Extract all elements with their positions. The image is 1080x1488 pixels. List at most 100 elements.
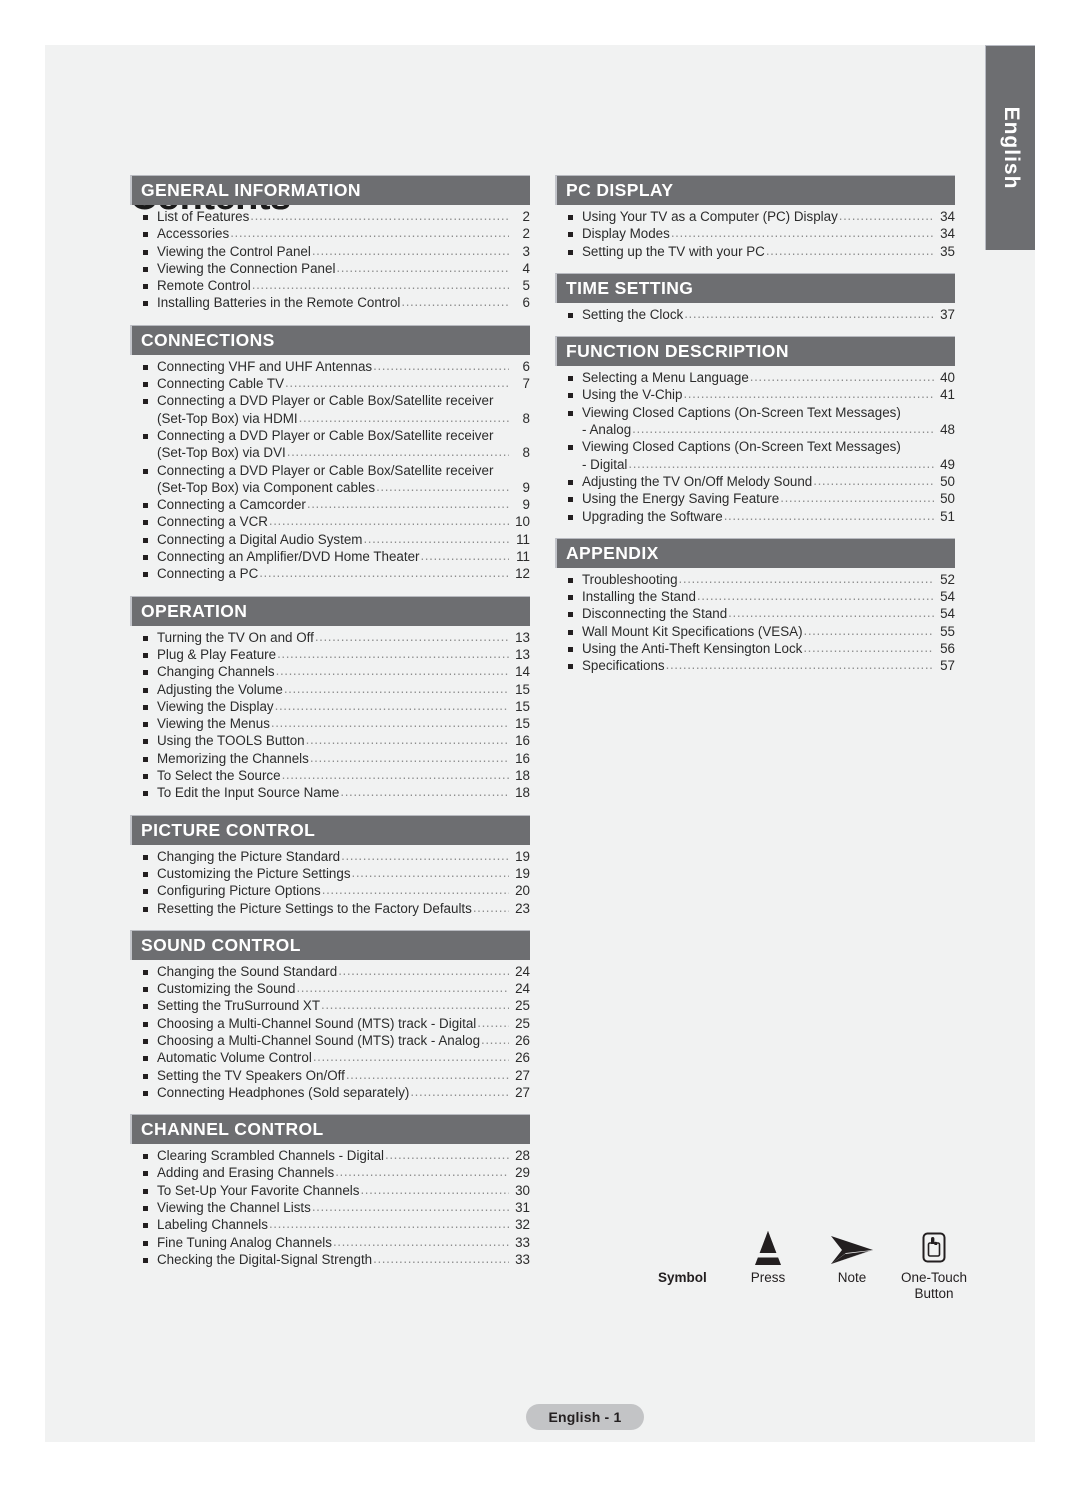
toc-entry-label: Connecting a Digital Audio System	[157, 531, 363, 547]
toc-entry[interactable]: (Set-Top Box) via Component cables......…	[130, 479, 530, 496]
toc-entry[interactable]: Viewing Closed Captions (On-Screen Text …	[555, 404, 955, 421]
toc-entry[interactable]: Connecting Headphones (Sold separately).…	[130, 1084, 530, 1101]
toc-entry[interactable]: Using the Energy Saving Feature.........…	[555, 490, 955, 507]
toc-entry[interactable]: Setting the TV Speakers On/Off..........…	[130, 1067, 530, 1084]
toc-entry-label: Choosing a Multi-Channel Sound (MTS) tra…	[157, 1015, 477, 1031]
leader-dots: ........................................…	[628, 455, 934, 471]
toc-entry[interactable]: Connecting a Digital Audio System.......…	[130, 531, 530, 548]
toc-entry[interactable]: (Set-Top Box) via DVI...................…	[130, 444, 530, 461]
toc-entry[interactable]: Connecting Cable TV.....................…	[130, 375, 530, 392]
toc-entry[interactable]: Customizing the Sound...................…	[130, 980, 530, 997]
toc-entry[interactable]: Installing Batteries in the Remote Contr…	[130, 294, 530, 311]
toc-entry[interactable]: Troubleshooting.........................…	[555, 571, 955, 588]
toc-entry[interactable]: Specifications..........................…	[555, 657, 955, 674]
toc-entry[interactable]: Connecting an Amplifier/DVD Home Theater…	[130, 548, 530, 565]
toc-entry[interactable]: Connecting a DVD Player or Cable Box/Sat…	[130, 392, 530, 409]
bullet-square-icon	[568, 577, 573, 583]
toc-entry[interactable]: Changing the Sound Standard.............…	[130, 963, 530, 980]
toc-entry[interactable]: Connecting a VCR........................…	[130, 513, 530, 530]
bullet-square-icon	[143, 1004, 148, 1010]
toc-entry-label: Wall Mount Kit Specifications (VESA)	[582, 623, 803, 639]
toc-entry[interactable]: Connecting a Camcorder..................…	[130, 496, 530, 513]
toc-entry[interactable]: Upgrading the Software..................…	[555, 508, 955, 525]
toc-entry[interactable]: Setting up the TV with your PC..........…	[555, 243, 955, 260]
toc-entry[interactable]: Using Your TV as a Computer (PC) Display…	[555, 208, 955, 225]
leader-dots: ........................................…	[283, 680, 509, 696]
note-arrow-icon	[807, 1225, 897, 1267]
toc-entry[interactable]: - Analog................................…	[555, 421, 955, 438]
toc-entry-label: Adding and Erasing Channels	[157, 1165, 335, 1181]
toc-entry[interactable]: Configuring Picture Options.............…	[130, 882, 530, 899]
toc-entry[interactable]: Fine Tuning Analog Channels.............…	[130, 1234, 530, 1251]
legend-caption-press: Press	[750, 1270, 786, 1285]
toc-entry[interactable]: Remote Control..........................…	[130, 277, 530, 294]
toc-entry[interactable]: Choosing a Multi-Channel Sound (MTS) tra…	[130, 1015, 530, 1032]
toc-entry[interactable]: Installing the Stand....................…	[555, 588, 955, 605]
toc-entry[interactable]: Viewing the Menus.......................…	[130, 715, 530, 732]
toc-entry-label: Setting the TruSurround XT	[157, 998, 321, 1014]
toc-entry-label: Customizing the Sound	[157, 981, 296, 997]
toc-page-number: 54	[940, 589, 955, 605]
toc-entry[interactable]: Connecting a PC.........................…	[130, 565, 530, 582]
toc-entry-label: Using the Energy Saving Feature	[582, 491, 780, 507]
toc-page-number: 6	[522, 358, 530, 374]
toc-entry[interactable]: Checking the Digital-Signal Strength....…	[130, 1251, 530, 1268]
toc-entry[interactable]: Adjusting the TV On/Off Melody Sound....…	[555, 473, 955, 490]
toc-entry[interactable]: Labeling Channels.......................…	[130, 1216, 530, 1233]
toc-entry[interactable]: - Digital...............................…	[555, 456, 955, 473]
leader-dots: ........................................…	[472, 899, 509, 915]
bullet-square-icon	[143, 503, 148, 509]
toc-entry[interactable]: Resetting the Picture Settings to the Fa…	[130, 900, 530, 917]
toc-entry[interactable]: Using the TOOLS Button..................…	[130, 732, 530, 749]
manual-page: Contents GENERAL INFORMATIONList of Feat…	[45, 45, 1035, 1442]
toc-entry[interactable]: List of Features........................…	[130, 208, 530, 225]
toc-entry[interactable]: Wall Mount Kit Specifications (VESA)....…	[555, 623, 955, 640]
toc-entry[interactable]: To Select the Source....................…	[130, 767, 530, 784]
toc-entry[interactable]: Adding and Erasing Channels.............…	[130, 1164, 530, 1181]
toc-entry[interactable]: Display Modes...........................…	[555, 225, 955, 242]
toc-page-number: 10	[515, 514, 530, 530]
toc-entry[interactable]: Connecting a DVD Player or Cable Box/Sat…	[130, 427, 530, 444]
toc-page-number: 25	[515, 1015, 530, 1031]
toc-entry-label: Connecting VHF and UHF Antennas	[157, 358, 373, 374]
toc-entry[interactable]: Setting the Clock.......................…	[555, 306, 955, 323]
toc-page-number: 19	[515, 848, 530, 864]
toc-entry[interactable]: Automatic Volume Control................…	[130, 1049, 530, 1066]
toc-entry[interactable]: Disconnecting the Stand.................…	[555, 605, 955, 622]
toc-entry[interactable]: Viewing the Connection Panel............…	[130, 260, 530, 277]
toc-entry[interactable]: Selecting a Menu Language...............…	[555, 369, 955, 386]
toc-entry[interactable]: Accessories.............................…	[130, 225, 530, 242]
toc-entry[interactable]: Changing the Picture Standard...........…	[130, 848, 530, 865]
toc-entry[interactable]: Adjusting the Volume....................…	[130, 681, 530, 698]
toc-entry-label: Specifications	[582, 658, 665, 674]
section-header: TIME SETTING	[555, 272, 955, 303]
toc-entry[interactable]: (Set-Top Box) via HDMI..................…	[130, 410, 530, 427]
toc-page-number: 3	[522, 243, 530, 259]
toc-page-number: 26	[515, 1050, 530, 1066]
toc-entry-label: Changing the Sound Standard	[157, 963, 338, 979]
toc-entry[interactable]: Changing Channels.......................…	[130, 663, 530, 680]
toc-page-number: 11	[516, 549, 530, 565]
toc-page-number: 33	[515, 1234, 530, 1250]
toc-entry[interactable]: Clearing Scrambled Channels - Digital...…	[130, 1147, 530, 1164]
toc-entry[interactable]: Using the Anti-Theft Kensington Lock....…	[555, 640, 955, 657]
toc-entry[interactable]: Setting the TruSurround XT..............…	[130, 997, 530, 1014]
toc-page-number: 52	[940, 571, 955, 587]
toc-entry[interactable]: Connecting a DVD Player or Cable Box/Sat…	[130, 462, 530, 479]
toc-entry[interactable]: To Set-Up Your Favorite Channels........…	[130, 1182, 530, 1199]
toc-entry[interactable]: To Edit the Input Source Name...........…	[130, 784, 530, 801]
toc-entry[interactable]: Viewing the Channel Lists...............…	[130, 1199, 530, 1216]
toc-entry[interactable]: Connecting VHF and UHF Antennas.........…	[130, 358, 530, 375]
bullet-square-icon	[143, 555, 148, 561]
toc-entry[interactable]: Choosing a Multi-Channel Sound (MTS) tra…	[130, 1032, 530, 1049]
toc-entry[interactable]: Viewing the Control Panel...............…	[130, 243, 530, 260]
toc-entry[interactable]: Viewing the Display.....................…	[130, 698, 530, 715]
toc-entry[interactable]: Plug & Play Feature.....................…	[130, 646, 530, 663]
toc-entry-label: Automatic Volume Control	[157, 1050, 312, 1066]
toc-entry[interactable]: Customizing the Picture Settings........…	[130, 865, 530, 882]
toc-entry[interactable]: Memorizing the Channels.................…	[130, 750, 530, 767]
toc-entry[interactable]: Viewing Closed Captions (On-Screen Text …	[555, 438, 955, 455]
toc-entry[interactable]: Turning the TV On and Off...............…	[130, 629, 530, 646]
toc-entry[interactable]: Using the V-Chip........................…	[555, 386, 955, 403]
toc-entry-label: Viewing the Control Panel	[157, 243, 311, 259]
